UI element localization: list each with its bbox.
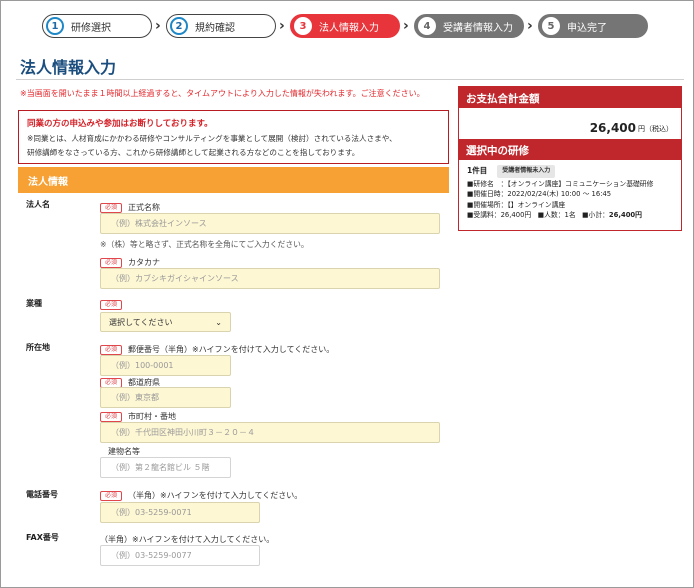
course-subtotal-value: 26,400円 [608, 211, 642, 219]
total-amount-row: 26,400 円（税込） [459, 108, 681, 139]
company-kana-label-row: 必須 カタカナ [100, 257, 160, 268]
course-item-number: 1件目 [467, 166, 488, 175]
notice-box: 同業の方の申込みや参加はお断りしております。 ※同業とは、人材育成にかかわる研修… [18, 110, 449, 164]
title-divider [16, 79, 684, 80]
selected-course-heading: 選択中の研修 [459, 139, 681, 160]
course-fee-line: ■受講料：26,400円 ■人数：1名 ■小計：26,400円 [467, 210, 673, 221]
chevron-right-icon: › [279, 18, 285, 34]
course-fee: ■受講料：26,400円 [467, 211, 532, 219]
total-amount: 26,400 [589, 121, 636, 135]
step-3-number: 3 [294, 17, 312, 35]
chevron-right-icon: › [403, 18, 409, 34]
required-badge: 必須 [100, 202, 122, 213]
step-4-label: 受講者情報入力 [443, 22, 513, 34]
total-unit: 円（税込） [638, 125, 673, 133]
company-name-label-row: 必須 正式名称 [100, 202, 160, 213]
industry-select-value: 選択してください [109, 317, 173, 327]
building-input[interactable]: （例）第２龍名館ビル ５階 [100, 457, 231, 478]
total-heading: お支払合計金額 [459, 87, 681, 108]
step-5: 5 申込完了 [538, 14, 648, 38]
zip-label: 郵便番号（半角）※ハイフンを付けて入力してください。 [128, 345, 335, 354]
step-4: 4 受講者情報入力 [414, 14, 524, 38]
step-1: 1 研修選択 [42, 14, 152, 38]
city-input[interactable]: （例）千代田区神田小川町３－２０－４ [100, 422, 440, 443]
step-5-label: 申込完了 [567, 22, 607, 34]
payment-summary-panel: お支払合計金額 26,400 円（税込） 選択中の研修 1件目 受講者情報未入力… [458, 86, 682, 231]
industry-select[interactable]: 選択してください ⌄ [100, 312, 231, 332]
phone-label: 電話番号 [26, 490, 58, 499]
required-badge: 必須 [100, 344, 122, 355]
course-date-line: ■開催日時：2022/02/24(木) 10:00 ～ 16:45 [467, 190, 612, 198]
industry-required-row: 必須 [100, 300, 128, 310]
course-place-line: ■開催場所：【】オンライン講座 [467, 200, 566, 209]
company-name-label: 正式名称 [128, 203, 160, 212]
phone-hint: （半角）※ハイフンを付けて入力してください。 [128, 491, 303, 500]
required-badge: 必須 [100, 411, 122, 422]
required-badge: 必須 [100, 490, 122, 501]
prefecture-input[interactable]: （例）東京都 [100, 387, 231, 408]
required-badge: 必須 [100, 257, 122, 268]
selected-course: 1件目 受講者情報未入力 ■研修名 ：【オンライン講座】コミュニケーション基礎研… [459, 160, 681, 226]
building-label-row: 建物名等 [108, 446, 140, 457]
city-label-row: 必須 市町村・番地 [100, 411, 176, 422]
company-name-input[interactable]: （例）株式会社インソース [100, 213, 440, 234]
fax-input[interactable]: （例）03-5259-0077 [100, 545, 260, 566]
step-2-number: 2 [170, 17, 188, 35]
phone-input[interactable]: （例）03-5259-0071 [100, 502, 260, 523]
notice-body-line1: ※同業とは、人材育成にかかわる研修やコンサルティングを事業として展開（検討）され… [27, 134, 397, 143]
step-5-number: 5 [542, 17, 560, 35]
step-1-label: 研修選択 [71, 22, 111, 34]
phone-hint-row: 必須 （半角）※ハイフンを付けて入力してください。 [100, 490, 302, 501]
page-title: 法人情報入力 [20, 58, 117, 77]
company-label: 法人名 [26, 200, 50, 209]
step-3: 3 法人情報入力 [290, 14, 400, 38]
industry-label: 業種 [26, 299, 42, 308]
notice-heading: 同業の方の申込みや参加はお断りしております。 [27, 119, 213, 129]
course-name-line: ■研修名 ：【オンライン講座】コミュニケーション基礎研修 [467, 179, 654, 188]
building-label: 建物名等 [108, 447, 140, 456]
course-status-badge: 受講者情報未入力 [497, 165, 556, 178]
required-badge: 必須 [100, 377, 122, 388]
required-badge: 必須 [100, 300, 122, 310]
step-1-number: 1 [46, 17, 64, 35]
notice-body-line2: 研修講師をなさっている方、これから研修講師として起業される方などのことを指してお… [27, 148, 360, 157]
step-2: 2 規約確認 [166, 14, 276, 38]
company-kana-label: カタカナ [128, 258, 160, 267]
zip-label-row: 必須 郵便番号（半角）※ハイフンを付けて入力してください。 [100, 344, 334, 355]
step-3-label: 法人情報入力 [319, 22, 379, 34]
company-kana-input[interactable]: （例）カブシキガイシャインソース [100, 268, 440, 289]
course-people: ■人数：1名 [537, 211, 576, 219]
step-2-label: 規約確認 [195, 22, 235, 34]
chevron-down-icon: ⌄ [215, 317, 222, 327]
step-4-number: 4 [418, 17, 436, 35]
chevron-right-icon: › [155, 18, 161, 34]
timeout-warning: ※当画面を開いたまま１時間以上経過すると、タイムアウトにより入力した情報が失われ… [20, 89, 425, 98]
zip-input[interactable]: （例）100-0001 [100, 355, 231, 376]
fax-label: FAX番号 [26, 533, 59, 542]
address-label: 所在地 [26, 343, 50, 352]
section-header: 法人情報 [18, 167, 449, 193]
city-label: 市町村・番地 [128, 412, 176, 421]
course-subtotal-label: ■小計： [582, 211, 609, 219]
course-item-header: 1件目 受講者情報未入力 [467, 165, 673, 178]
fax-hint-row: （半角）※ハイフンを付けて入力してください。 [100, 534, 274, 545]
company-name-note: ※（株）等と略さず、正式名称を全角にてご入力ください。 [100, 240, 309, 249]
fax-hint: （半角）※ハイフンを付けて入力してください。 [100, 535, 275, 544]
chevron-right-icon: › [527, 18, 533, 34]
